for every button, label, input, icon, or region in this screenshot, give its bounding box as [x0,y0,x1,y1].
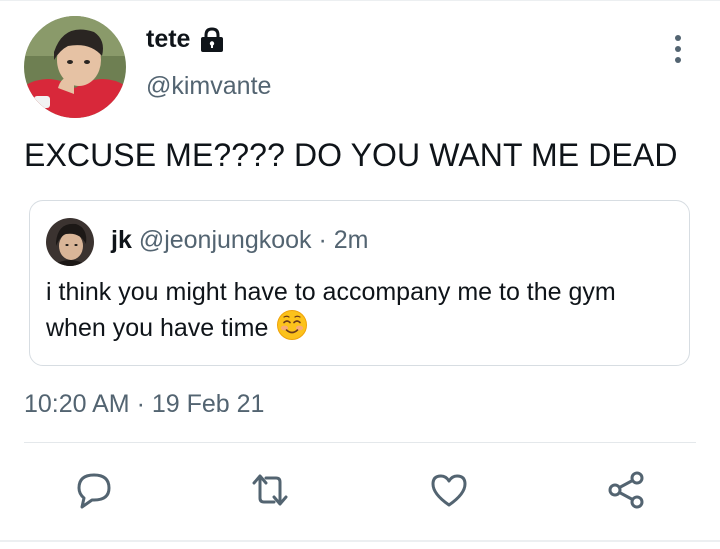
action-bar-divider [24,442,696,443]
top-border [0,0,720,1]
quoted-tweet-text-block: i think you might have to accompany me t… [46,276,666,350]
lock-icon [201,27,223,52]
quoted-author-name[interactable]: jk [111,226,132,254]
quoted-tweet-time: · 2m [318,226,369,254]
bottom-border [0,540,720,542]
quoted-author-handle[interactable]: @jeonjungkook [139,226,312,254]
quoted-tweet-card[interactable]: jk @jeonjungkook · 2m i think you might … [29,200,690,366]
share-icon[interactable] [606,470,646,510]
tweet-timestamp[interactable]: 10:20 AM · 19 Feb 21 [24,390,264,419]
smiling-face-emoji-icon [276,309,308,350]
more-options-icon[interactable] [672,34,684,64]
reply-icon[interactable] [74,470,114,510]
tweet-text: EXCUSE ME???? DO YOU WANT ME DEAD [24,137,678,173]
quoted-tweet-text: i think you might have to accompany me t… [46,278,616,343]
retweet-icon[interactable] [250,470,290,510]
author-display-name[interactable]: tete [146,25,190,54]
author-avatar[interactable] [24,16,126,118]
heart-icon[interactable] [429,470,469,510]
quoted-tweet-header: jk @jeonjungkook · 2m [111,226,368,255]
author-handle[interactable]: @kimvante [146,72,271,101]
quoted-author-avatar[interactable] [46,218,94,266]
